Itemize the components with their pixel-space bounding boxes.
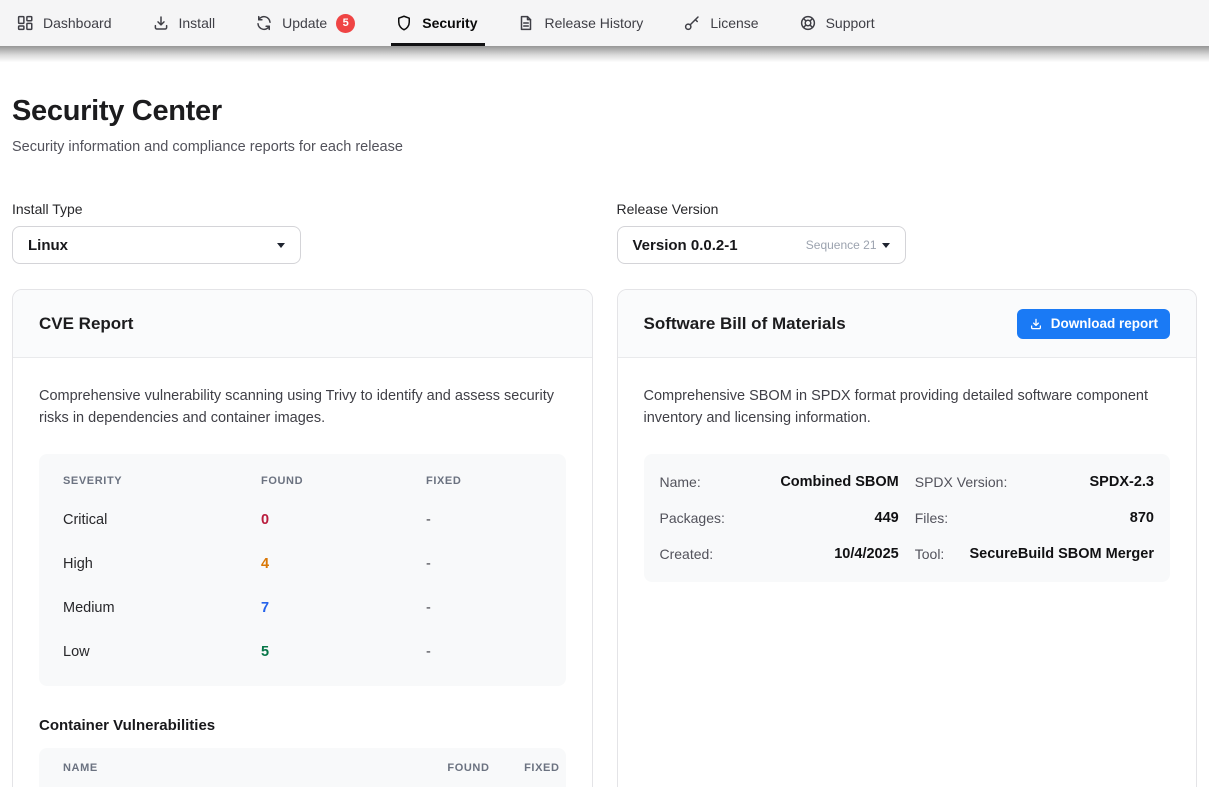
- install-type-field: Install Type Linux: [12, 201, 593, 264]
- fixed-count: -: [426, 512, 542, 528]
- cve-report-card: CVE Report Comprehensive vulnerability s…: [12, 289, 593, 787]
- col-fixed: FIXED: [426, 475, 542, 487]
- nav-item-update[interactable]: Update 5: [255, 0, 355, 46]
- table-row: High 4 -: [39, 542, 566, 586]
- severity-table-header: SEVERITY FOUND FIXED: [39, 464, 566, 498]
- header-shadow: [0, 46, 1209, 62]
- detail-value: 449: [875, 510, 899, 526]
- cve-card-title: CVE Report: [39, 314, 133, 334]
- list-item: Created: 10/4/2025: [660, 536, 899, 572]
- detail-label: Tool:: [915, 546, 945, 562]
- download-icon: [1029, 317, 1043, 331]
- nav-item-dashboard[interactable]: Dashboard: [16, 0, 112, 46]
- found-count: 0: [261, 512, 426, 528]
- list-item: Name: Combined SBOM: [660, 464, 899, 500]
- download-report-button[interactable]: Download report: [1017, 309, 1170, 339]
- lifebuoy-icon: [799, 14, 817, 32]
- cve-description: Comprehensive vulnerability scanning usi…: [39, 386, 566, 429]
- sbom-details-table: Name: Combined SBOM SPDX Version: SPDX-2…: [644, 454, 1171, 582]
- release-version-label: Release Version: [617, 201, 1198, 217]
- release-version-select[interactable]: Version 0.0.2-1 Sequence 21: [617, 226, 906, 264]
- detail-label: Packages:: [660, 510, 725, 526]
- top-nav: Dashboard Install Update 5 Security Rele…: [0, 0, 1209, 46]
- nav-item-license[interactable]: License: [683, 0, 758, 46]
- key-icon: [683, 14, 701, 32]
- detail-value: 10/4/2025: [834, 546, 899, 562]
- cve-card-body: Comprehensive vulnerability scanning usi…: [13, 358, 592, 787]
- severity-label: High: [63, 556, 261, 572]
- found-count: 4: [261, 556, 426, 572]
- list-item: SPDX Version: SPDX-2.3: [915, 464, 1154, 500]
- detail-label: Created:: [660, 546, 714, 562]
- release-version-field: Release Version Version 0.0.2-1 Sequence…: [617, 201, 1198, 264]
- found-count: 7: [261, 600, 426, 616]
- install-type-select[interactable]: Linux: [12, 226, 301, 264]
- sbom-card: Software Bill of Materials Download repo…: [617, 289, 1198, 787]
- container-vulnerabilities-title: Container Vulnerabilities: [39, 717, 566, 734]
- nav-label: Update: [282, 15, 327, 31]
- install-type-label: Install Type: [12, 201, 593, 217]
- sbom-card-body: Comprehensive SBOM in SPDX format provid…: [618, 358, 1197, 610]
- table-row: Low 5 -: [39, 630, 566, 674]
- detail-value: 870: [1130, 510, 1154, 526]
- severity-label: Low: [63, 644, 261, 660]
- nav-item-support[interactable]: Support: [799, 0, 875, 46]
- cve-card-header: CVE Report: [13, 290, 592, 358]
- col-fixed: FIXED: [490, 762, 560, 774]
- col-severity: SEVERITY: [63, 475, 261, 487]
- detail-label: Name:: [660, 474, 701, 490]
- sbom-description: Comprehensive SBOM in SPDX format provid…: [644, 386, 1171, 429]
- nav-label: Security: [422, 15, 477, 31]
- sbom-card-title: Software Bill of Materials: [644, 314, 846, 334]
- table-row: Medium 7 -: [39, 586, 566, 630]
- nav-label: Release History: [544, 15, 643, 31]
- severity-label: Medium: [63, 600, 261, 616]
- table-row: Critical 0 -: [39, 498, 566, 542]
- update-count-badge: 5: [336, 14, 355, 33]
- download-report-label: Download report: [1051, 316, 1158, 331]
- page-subtitle: Security information and compliance repo…: [12, 139, 1197, 155]
- nav-item-install[interactable]: Install: [152, 0, 216, 46]
- cards-row: CVE Report Comprehensive vulnerability s…: [12, 289, 1197, 787]
- chevron-down-icon: [882, 243, 890, 248]
- nav-item-security[interactable]: Security: [395, 0, 477, 46]
- severity-label: Critical: [63, 512, 261, 528]
- dashboard-grid-icon: [16, 14, 34, 32]
- nav-label: Support: [826, 15, 875, 31]
- col-name: NAME: [63, 762, 430, 774]
- download-icon: [152, 14, 170, 32]
- chevron-down-icon: [277, 243, 285, 248]
- detail-label: Files:: [915, 510, 948, 526]
- nav-item-release-history[interactable]: Release History: [517, 0, 643, 46]
- severity-table: SEVERITY FOUND FIXED Critical 0 - High 4…: [39, 454, 566, 686]
- page-title: Security Center: [12, 95, 1197, 128]
- nav-label: Dashboard: [43, 15, 112, 31]
- col-found: FOUND: [430, 762, 490, 774]
- fixed-count: -: [426, 644, 542, 660]
- detail-label: SPDX Version:: [915, 474, 1008, 490]
- found-count: 5: [261, 644, 426, 660]
- sequence-text: Sequence 21: [806, 238, 877, 252]
- filters-row: Install Type Linux Release Version Versi…: [12, 201, 1197, 264]
- sbom-card-header: Software Bill of Materials Download repo…: [618, 290, 1197, 358]
- detail-value: SecureBuild SBOM Merger: [969, 546, 1154, 562]
- detail-value: SPDX-2.3: [1090, 474, 1154, 490]
- list-item: Packages: 449: [660, 500, 899, 536]
- col-found: FOUND: [261, 475, 426, 487]
- install-type-value: Linux: [28, 237, 68, 254]
- document-icon: [517, 14, 535, 32]
- release-version-value: Version 0.0.2-1: [633, 237, 738, 254]
- nav-label: License: [710, 15, 758, 31]
- list-item: Tool: SecureBuild SBOM Merger: [915, 536, 1154, 572]
- fixed-count: -: [426, 556, 542, 572]
- container-vulnerabilities-table-header: NAME FOUND FIXED: [39, 748, 566, 787]
- main-content: Security Center Security information and…: [0, 95, 1209, 787]
- refresh-icon: [255, 14, 273, 32]
- nav-label: Install: [179, 15, 216, 31]
- detail-value: Combined SBOM: [780, 474, 898, 490]
- fixed-count: -: [426, 600, 542, 616]
- list-item: Files: 870: [915, 500, 1154, 536]
- shield-icon: [395, 14, 413, 32]
